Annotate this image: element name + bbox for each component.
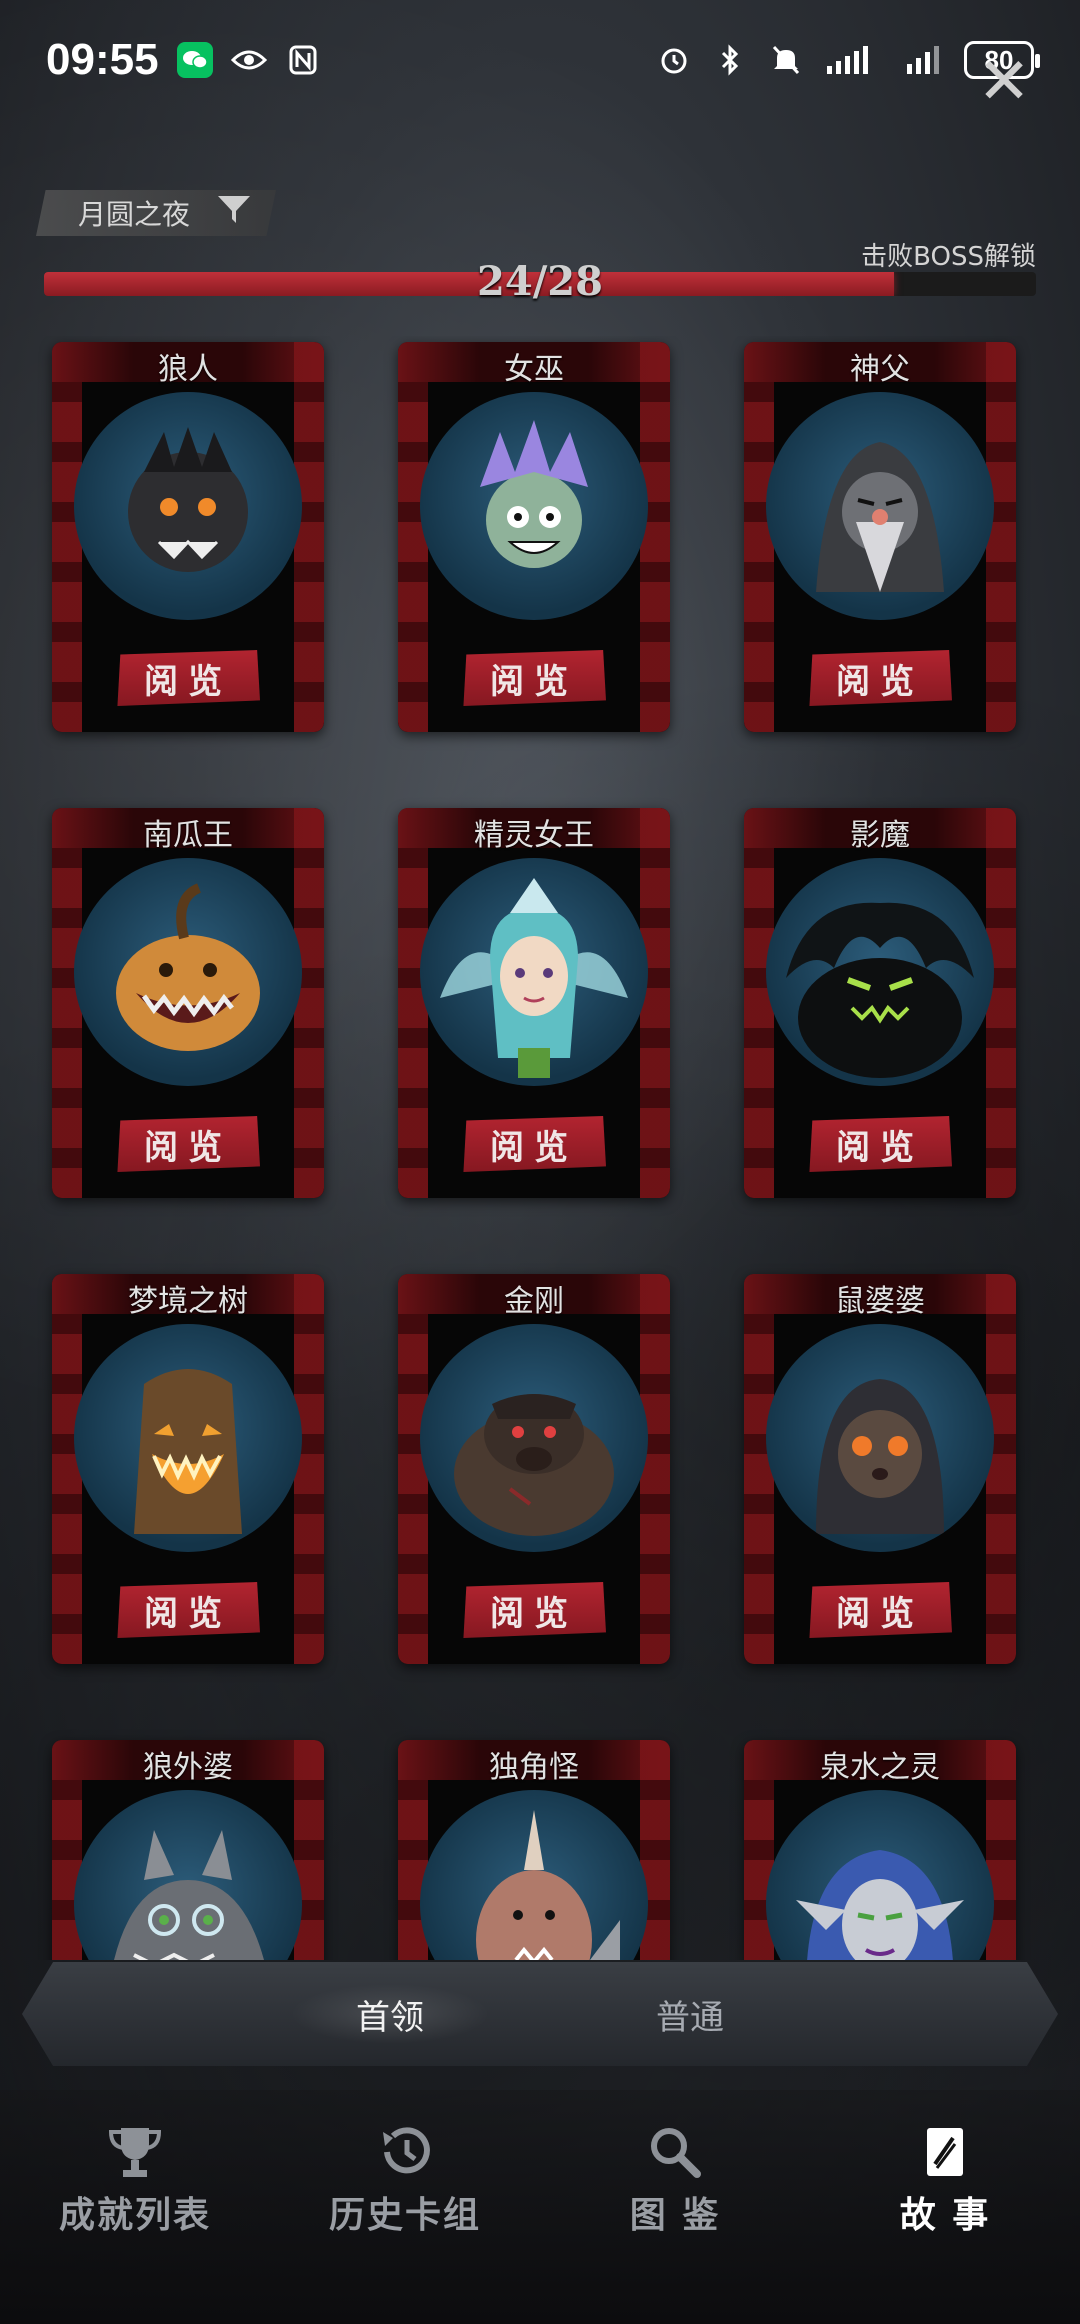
book-icon	[913, 2120, 977, 2184]
view-button[interactable]: 阅览	[809, 1116, 952, 1172]
story-card[interactable]: 狼人 阅览	[52, 342, 324, 732]
nav-label-history: 历史卡组	[328, 2194, 481, 2236]
view-button[interactable]: 阅览	[117, 650, 260, 706]
character-portrait	[420, 1324, 648, 1552]
story-card[interactable]: 泉水之灵阅览	[744, 1740, 1016, 1960]
character-portrait	[766, 392, 994, 620]
story-card[interactable]: 独角怪阅览	[398, 1740, 670, 1960]
story-card[interactable]: 金刚 阅览	[398, 1274, 670, 1664]
view-button[interactable]: 阅览	[809, 650, 952, 706]
nav-story[interactable]: 故 事	[830, 2120, 1060, 2238]
story-card[interactable]: 精灵女王 阅览	[398, 808, 670, 1198]
story-card[interactable]: 影魔 阅览	[744, 808, 1016, 1198]
eye-icon	[230, 42, 267, 78]
card-name: 金刚	[504, 1284, 564, 1319]
view-button[interactable]: 阅览	[463, 650, 606, 706]
nav-label-achievements: 成就列表	[58, 2194, 211, 2236]
tab-normal[interactable]: 普通	[590, 1984, 790, 2044]
history-icon	[373, 2120, 437, 2184]
chapter-selector[interactable]: 月圆之夜	[36, 190, 276, 236]
nav-achievements[interactable]: 成就列表	[20, 2120, 250, 2238]
story-card[interactable]: 梦境之树 阅览	[52, 1274, 324, 1664]
alarm-icon	[656, 42, 692, 78]
story-card[interactable]: 女巫 阅览	[398, 342, 670, 732]
card-name: 精灵女王	[474, 818, 594, 853]
wechat-icon	[176, 42, 213, 78]
signal-2-icon	[904, 42, 944, 78]
card-name: 女巫	[504, 352, 564, 387]
view-button[interactable]: 阅览	[809, 1582, 952, 1638]
character-portrait	[420, 858, 648, 1086]
card-name: 梦境之树	[128, 1284, 248, 1319]
character-portrait	[74, 392, 302, 620]
card-list[interactable]: 狼人 阅览 女巫 阅览 神父 阅览 南瓜王 阅览 精灵女王 阅览 影魔 阅览 梦境之树 阅览 金刚 阅览 鼠婆婆…	[0, 336, 1080, 1960]
nfc-icon	[285, 42, 321, 78]
story-card[interactable]: 鼠婆婆 阅览	[744, 1274, 1016, 1664]
bottom-nav: 成就列表 历史卡组 图 鉴 故 事	[0, 2090, 1080, 2324]
character-portrait	[766, 1324, 994, 1552]
trophy-icon	[103, 2120, 167, 2184]
chapter-name: 月圆之夜	[78, 198, 191, 231]
card-name: 狼外婆	[143, 1750, 233, 1785]
story-card[interactable]: 狼外婆阅览	[52, 1740, 324, 1960]
card-name: 独角怪	[489, 1750, 579, 1785]
card-name: 影魔	[850, 818, 910, 853]
card-grid: 狼人 阅览 女巫 阅览 神父 阅览 南瓜王 阅览 精灵女王 阅览 影魔 阅览 梦境之树 阅览 金刚 阅览 鼠婆婆…	[0, 336, 1080, 1960]
character-portrait	[74, 858, 302, 1086]
character-portrait	[74, 1790, 302, 1960]
nav-label-story: 故 事	[899, 2194, 991, 2236]
view-button[interactable]: 阅览	[463, 1116, 606, 1172]
character-portrait	[766, 858, 994, 1086]
nav-label-codex: 图 鉴	[629, 2194, 721, 2236]
tab-boss[interactable]: 首领	[290, 1984, 490, 2044]
character-portrait	[420, 1790, 648, 1960]
nav-codex[interactable]: 图 鉴	[560, 2120, 790, 2238]
nav-history[interactable]: 历史卡组	[290, 2120, 520, 2238]
bluetooth-icon	[712, 42, 748, 78]
card-name: 神父	[850, 352, 910, 387]
card-name: 泉水之灵	[820, 1750, 940, 1785]
mute-icon	[768, 42, 804, 78]
signal-icon	[824, 42, 884, 78]
status-bar: 09:55 80	[0, 0, 1080, 120]
progress-text: 24/28	[477, 258, 603, 305]
card-name: 南瓜王	[143, 818, 233, 853]
story-card[interactable]: 神父 阅览	[744, 342, 1016, 732]
story-card[interactable]: 南瓜王 阅览	[52, 808, 324, 1198]
category-segment: 首领 普通	[22, 1962, 1058, 2066]
card-name: 狼人	[158, 352, 218, 387]
view-button[interactable]: 阅览	[117, 1116, 260, 1172]
character-portrait	[74, 1324, 302, 1552]
magnifier-icon	[643, 2120, 707, 2184]
close-icon[interactable]: ✕	[974, 50, 1034, 114]
card-name: 鼠婆婆	[835, 1284, 925, 1319]
character-portrait	[766, 1790, 994, 1960]
filter-icon	[216, 193, 252, 234]
view-button[interactable]: 阅览	[117, 1582, 260, 1638]
status-time: 09:55	[46, 35, 159, 84]
character-portrait	[420, 392, 648, 620]
view-button[interactable]: 阅览	[463, 1582, 606, 1638]
